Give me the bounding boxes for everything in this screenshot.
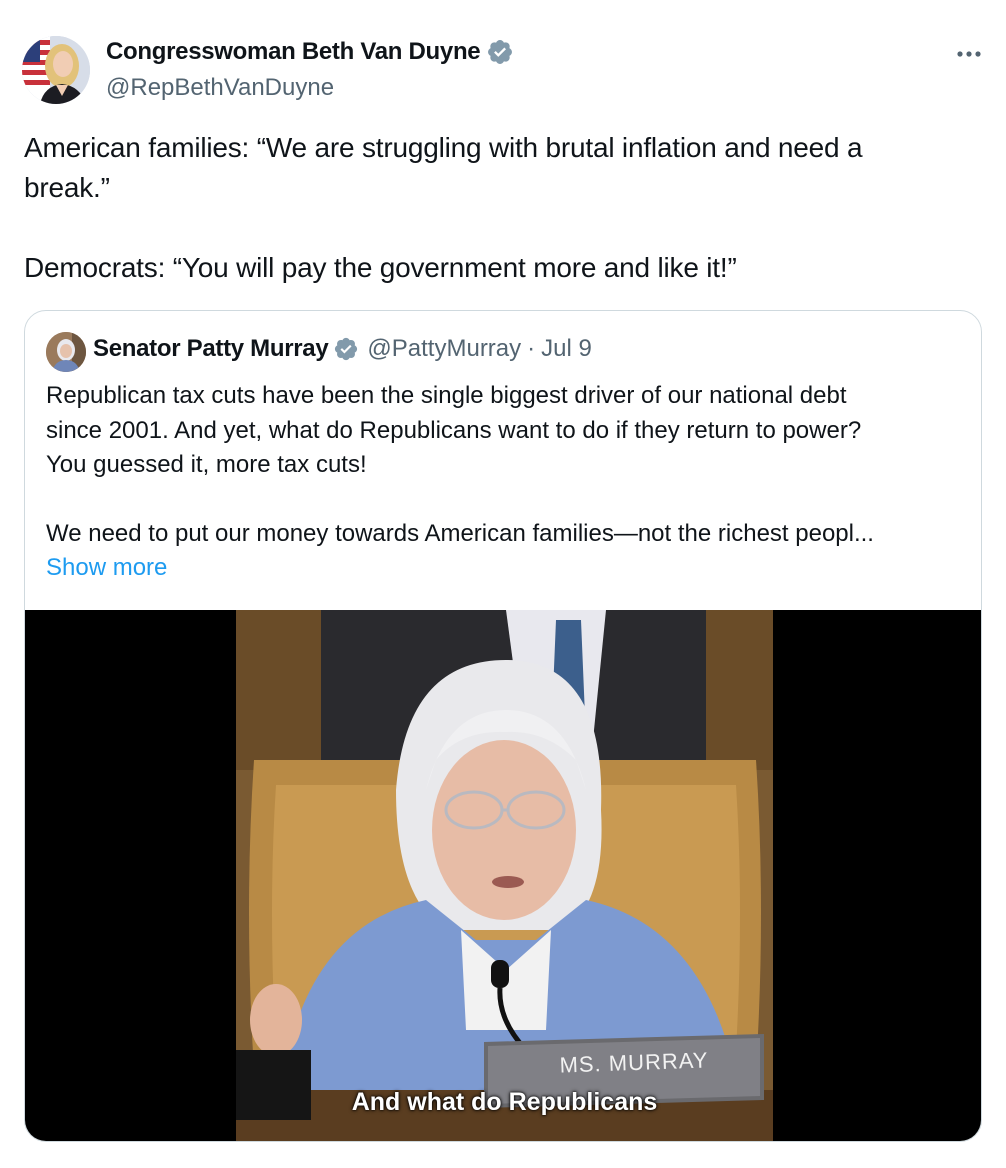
quoted-author-avatar-image [46, 332, 86, 372]
tweet-text-line: Democrats: “You will pay the government … [24, 252, 737, 283]
author-avatar[interactable] [22, 36, 90, 104]
quoted-text-line: We need to put our money towards America… [46, 519, 874, 547]
quoted-media: MS. MURRAY And what do Republicans [25, 610, 981, 1141]
quoted-text-line: Republican tax cuts have been the single… [46, 382, 847, 409]
author-avatar-image [22, 36, 90, 104]
quoted-text: Republican tax cuts have been the single… [46, 379, 971, 586]
video-caption: And what do Republicans [351, 1088, 658, 1116]
show-more-link[interactable]: Show more [46, 554, 167, 581]
quoted-header: Senator Patty Murray @PattyMurray · Jul … [93, 335, 592, 363]
author-handle[interactable]: @RepBethVanDuyne [106, 74, 334, 102]
verified-badge-icon [335, 337, 358, 361]
author-name[interactable]: Congresswoman Beth Van Duyne [106, 38, 481, 66]
quoted-author-handle[interactable]: @PattyMurray [367, 335, 521, 363]
quoted-author-name[interactable]: Senator Patty Murray [93, 335, 329, 363]
tweet-text-line: American families: “We are struggling wi… [24, 132, 863, 163]
more-options-button[interactable] [952, 40, 988, 70]
quoted-text-line: since 2001. And yet, what do Republicans… [46, 416, 862, 444]
quoted-author-avatar[interactable] [46, 332, 86, 372]
video-player[interactable]: MS. MURRAY And what do Republicans [236, 610, 773, 1141]
more-options-icon [957, 51, 981, 57]
tweet-text-line: break.” [24, 172, 110, 203]
tweet-text: American families: “We are struggling wi… [24, 128, 974, 288]
quoted-date[interactable]: Jul 9 [541, 335, 592, 363]
author-name-row[interactable]: Congresswoman Beth Van Duyne [106, 38, 514, 66]
quoted-text-line: You guessed it, more tax cuts! [46, 451, 367, 478]
verified-badge-icon [488, 40, 513, 64]
meta-separator: · [527, 335, 536, 362]
quoted-tweet-card[interactable]: Senator Patty Murray @PattyMurray · Jul … [24, 310, 982, 1142]
tweet: Congresswoman Beth Van Duyne @RepBethVan… [0, 0, 1006, 1168]
